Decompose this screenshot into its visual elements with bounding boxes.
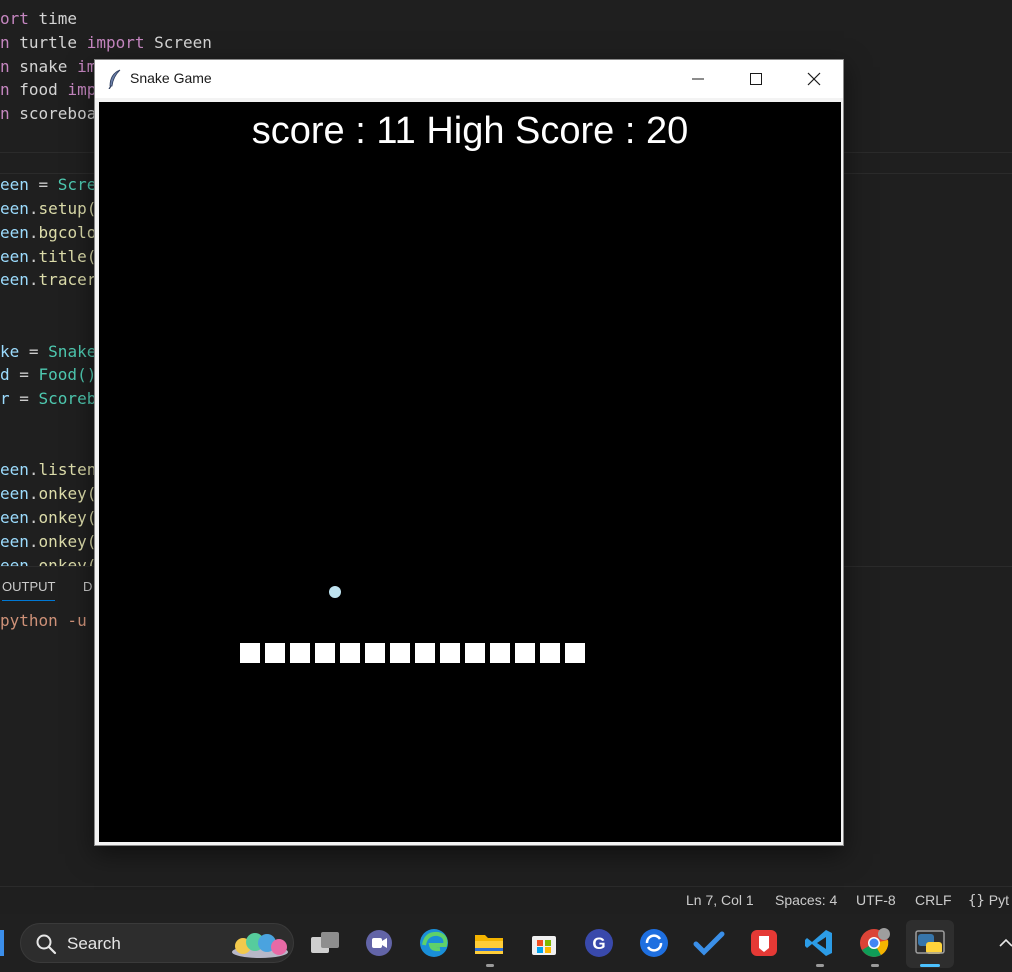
snake-segment xyxy=(365,643,385,663)
microsoft-store-icon[interactable] xyxy=(527,926,561,960)
code-line: n turtle import Screen xyxy=(0,33,212,52)
grammarly-icon[interactable]: G xyxy=(582,926,616,960)
code-line: een.onkey(s xyxy=(0,508,106,527)
python-app-active[interactable] xyxy=(906,920,954,968)
snake-segment xyxy=(490,643,510,663)
code-line: een.tracer( xyxy=(0,270,106,289)
search-input[interactable]: Search xyxy=(20,923,294,963)
code-line: r = Scorebo xyxy=(0,389,106,408)
snake-segment xyxy=(515,643,535,663)
search-icon xyxy=(36,934,57,955)
code-line: een.onkey(s xyxy=(0,484,106,503)
vscode-icon[interactable] xyxy=(802,926,836,960)
status-language[interactable]: {} Pyt xyxy=(968,892,1009,909)
status-language-label: Pyt xyxy=(988,892,1009,908)
code-line: d = Food() xyxy=(0,365,97,384)
holi-colors-icon xyxy=(232,933,288,958)
snake-segment xyxy=(415,643,435,663)
code-line: een = Scree xyxy=(0,175,106,194)
code-line: een.bgcolor xyxy=(0,223,106,242)
snake-segment xyxy=(440,643,460,663)
teams-chat-icon[interactable] xyxy=(362,926,396,960)
code-line: n snake imp xyxy=(0,57,106,76)
red-app-icon[interactable] xyxy=(747,926,781,960)
snake-segment xyxy=(265,643,285,663)
window-title: Snake Game xyxy=(130,70,212,86)
scoreboard: score : 11 High Score : 20 xyxy=(251,110,689,152)
maximize-button[interactable] xyxy=(727,60,785,98)
task-view-icon[interactable] xyxy=(308,926,342,960)
maximize-icon xyxy=(750,73,762,85)
tab-output[interactable]: OUTPUT xyxy=(2,579,56,601)
snake-segment xyxy=(315,643,335,663)
snake-segment xyxy=(340,643,360,663)
code-line: een.title(' xyxy=(0,247,106,266)
code-line: een.listen( xyxy=(0,460,106,479)
close-icon xyxy=(807,72,821,86)
chevron-up-icon[interactable] xyxy=(998,936,1012,950)
code-line: n scoreboar xyxy=(0,104,106,123)
python-icon xyxy=(915,930,945,954)
todo-icon[interactable] xyxy=(692,926,726,960)
status-cursor-position[interactable]: Ln 7, Col 1 xyxy=(686,892,754,908)
search-label: Search xyxy=(67,934,121,953)
braces-icon: {} xyxy=(968,893,985,909)
snake-segment xyxy=(540,643,560,663)
status-bar: Ln 7, Col 1 Spaces: 4 UTF-8 CRLF {} Pyt xyxy=(0,886,1012,915)
close-button[interactable] xyxy=(785,60,843,98)
feather-icon xyxy=(108,69,121,89)
window-titlebar[interactable]: Snake Game xyxy=(95,60,843,98)
edge-icon[interactable] xyxy=(417,926,451,960)
terminal-output-line: python -u xyxy=(0,611,87,630)
status-eol[interactable]: CRLF xyxy=(915,892,952,908)
minimize-button[interactable] xyxy=(669,60,727,98)
tab-debug-console[interactable]: D xyxy=(83,579,92,594)
running-indicator xyxy=(871,964,879,967)
code-line: een.setup(w xyxy=(0,199,106,218)
code-line: ort time xyxy=(0,9,78,28)
sync-app-icon[interactable] xyxy=(637,926,671,960)
taskbar: Search G xyxy=(0,914,1012,972)
file-explorer-icon[interactable] xyxy=(472,926,506,960)
snake-segment xyxy=(290,643,310,663)
snake-segment xyxy=(240,643,260,663)
code-line: n food impo xyxy=(0,80,106,99)
status-encoding[interactable]: UTF-8 xyxy=(856,892,896,908)
minimize-icon xyxy=(692,78,704,80)
chrome-icon[interactable] xyxy=(857,926,891,960)
snake-game-window[interactable]: Snake Game score : 11 High Score : 20 xyxy=(94,59,844,846)
status-indentation[interactable]: Spaces: 4 xyxy=(775,892,837,908)
running-indicator xyxy=(486,964,494,967)
windows-start-icon[interactable] xyxy=(0,930,4,956)
food-dot xyxy=(329,586,341,598)
snake-segment xyxy=(565,643,585,663)
running-indicator xyxy=(816,964,824,967)
snake-segment xyxy=(390,643,410,663)
code-line: ke = Snake( xyxy=(0,342,106,361)
svg-text:G: G xyxy=(592,934,605,953)
game-canvas[interactable]: score : 11 High Score : 20 xyxy=(99,102,841,842)
snake-segment xyxy=(465,643,485,663)
active-indicator xyxy=(920,964,940,967)
code-line: een.onkey(s xyxy=(0,532,106,551)
